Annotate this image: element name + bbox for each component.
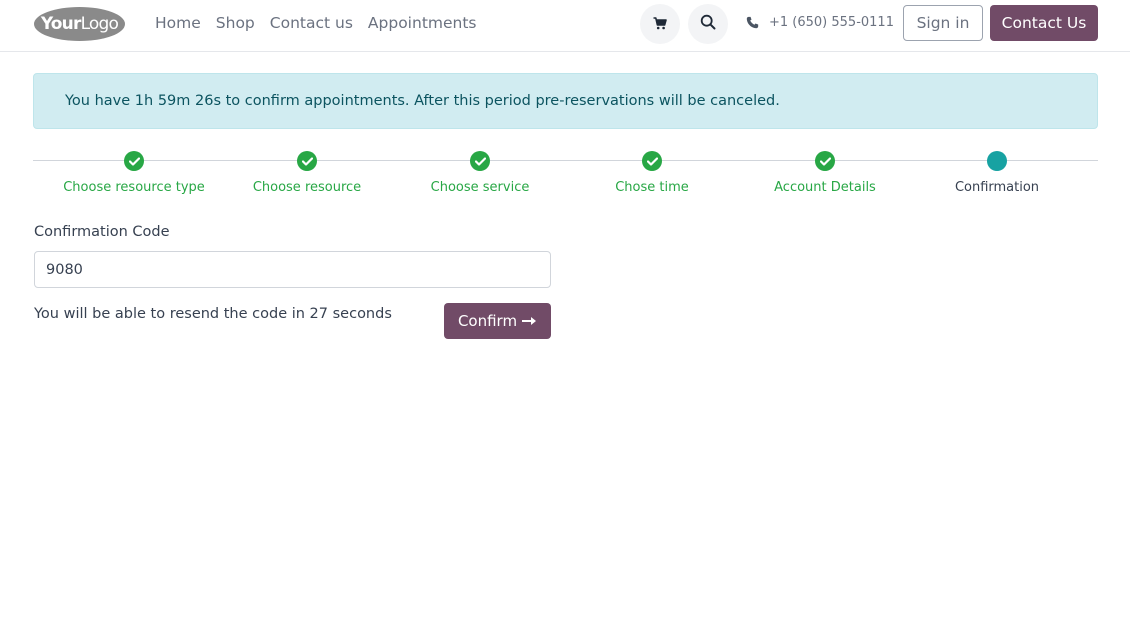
phone-icon [746,16,759,29]
step-label: Confirmation [954,180,1040,195]
nav-home[interactable]: Home [155,13,201,33]
current-step-dot [987,151,1007,171]
confirm-label: Confirm [457,312,518,330]
site-header: YourLogo Home Shop Contact us Appointmen… [0,0,1130,52]
search-button[interactable] [688,4,728,44]
step-account-details: Account Details [735,151,915,195]
nav-shop[interactable]: Shop [216,13,255,33]
confirmation-code-label: Confirmation Code [34,224,170,240]
nav-appointments[interactable]: Appointments [368,13,477,33]
cart-icon [653,15,667,34]
step-chose-time: Chose time [562,151,742,195]
step-label: Chose time [615,180,689,195]
arrow-right-icon [522,312,537,330]
logo[interactable]: YourLogo [34,7,125,41]
check-icon [124,151,144,171]
step-label: Account Details [774,180,876,195]
check-icon [297,151,317,171]
sign-in-button[interactable]: Sign in [903,5,983,41]
search-icon [700,14,716,34]
check-icon [642,151,662,171]
confirmation-code-input[interactable] [34,251,551,288]
phone-number: +1 (650) 555-0111 [769,15,894,30]
logo-text: YourLogo [40,14,119,34]
resend-countdown-text: You will be able to resend the code in 2… [34,306,392,322]
alert-text: You have 1h 59m 26s to confirm appointme… [65,93,780,109]
step-choose-service: Choose service [390,151,570,195]
check-icon [815,151,835,171]
cart-button[interactable] [640,4,680,44]
step-choose-resource: Choose resource [217,151,397,195]
phone-contact[interactable]: +1 (650) 555-0111 [746,15,894,30]
confirm-button[interactable]: Confirm [444,303,551,339]
reservation-timer-alert: You have 1h 59m 26s to confirm appointme… [33,73,1098,129]
step-label: Choose resource [252,180,362,195]
step-choose-resource-type: Choose resource type [44,151,224,195]
step-label: Choose service [430,180,530,195]
step-confirmation: Confirmation [907,151,1087,195]
step-label: Choose resource type [63,180,205,195]
check-icon [470,151,490,171]
contact-us-button[interactable]: Contact Us [990,5,1098,41]
nav-contact-us[interactable]: Contact us [270,13,353,33]
main-nav: Home Shop Contact us Appointments [155,13,492,33]
